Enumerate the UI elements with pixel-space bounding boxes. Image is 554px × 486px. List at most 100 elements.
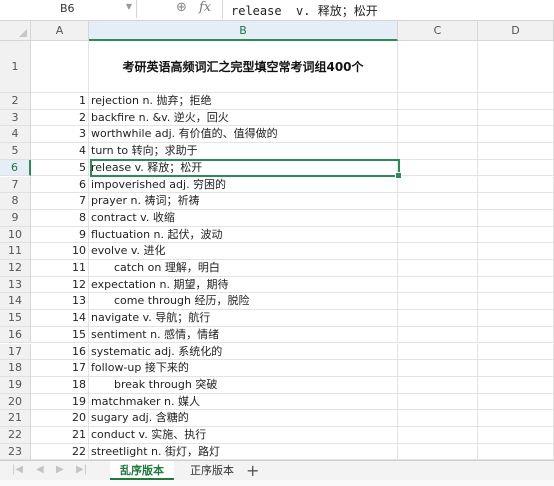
- cell-c23[interactable]: [398, 443, 478, 461]
- cell-a9[interactable]: 8: [31, 209, 89, 227]
- cell-c19[interactable]: [398, 376, 478, 394]
- cell-d19[interactable]: [478, 376, 554, 394]
- cell-a12[interactable]: 11: [31, 260, 89, 277]
- cell-b7[interactable]: impoverished adj. 穷困的: [89, 176, 398, 194]
- cell-c21[interactable]: [398, 410, 478, 427]
- cell-a2[interactable]: 1: [31, 93, 89, 110]
- cell-a18[interactable]: 17: [31, 360, 89, 377]
- row-header-13[interactable]: 13: [0, 276, 31, 294]
- row-header-9[interactable]: 9: [0, 209, 31, 227]
- select-all-corner[interactable]: [0, 21, 31, 41]
- row-header-15[interactable]: 15: [0, 310, 31, 327]
- cell-d8[interactable]: [478, 193, 554, 210]
- cell-b21[interactable]: sugary adj. 含糖的: [89, 410, 398, 427]
- cell-c11[interactable]: [398, 243, 478, 260]
- cell-b18[interactable]: follow-up 接下来的: [89, 360, 398, 377]
- cell-c5[interactable]: [398, 143, 478, 160]
- last-sheet-icon[interactable]: ▶|: [76, 464, 87, 475]
- column-header-a[interactable]: A: [31, 21, 89, 41]
- cell-d4[interactable]: [478, 126, 554, 144]
- cell-d12[interactable]: [478, 260, 554, 277]
- cell-a15[interactable]: 14: [31, 310, 89, 327]
- cell-c14[interactable]: [398, 293, 478, 311]
- first-sheet-icon[interactable]: |◀: [12, 464, 23, 475]
- cell-d22[interactable]: [478, 427, 554, 444]
- row-header-23[interactable]: 23: [0, 443, 31, 461]
- cell-c4[interactable]: [398, 126, 478, 144]
- cell-a22[interactable]: 21: [31, 427, 89, 444]
- cell-b13[interactable]: expectation n. 期望，期待: [89, 276, 398, 294]
- cell-c12[interactable]: [398, 260, 478, 277]
- cell-a21[interactable]: 20: [31, 410, 89, 427]
- row-header-22[interactable]: 22: [0, 427, 31, 444]
- row-header-11[interactable]: 11: [0, 243, 31, 260]
- cell-b15[interactable]: navigate v. 导航；航行: [89, 310, 398, 327]
- zoom-search-icon[interactable]: ⊕: [176, 0, 187, 15]
- cell-d23[interactable]: [478, 443, 554, 461]
- cell-b12[interactable]: catch on 理解，明白: [89, 260, 398, 277]
- cell-d11[interactable]: [478, 243, 554, 260]
- column-header-d[interactable]: D: [478, 21, 554, 41]
- row-header-16[interactable]: 16: [0, 326, 31, 344]
- cell-d13[interactable]: [478, 276, 554, 294]
- cell-c15[interactable]: [398, 310, 478, 327]
- column-header-b[interactable]: B: [89, 21, 398, 41]
- row-header-21[interactable]: 21: [0, 410, 31, 427]
- row-header-7[interactable]: 7: [0, 176, 31, 194]
- cell-d21[interactable]: [478, 410, 554, 427]
- cell-c7[interactable]: [398, 176, 478, 194]
- cell-a14[interactable]: 13: [31, 293, 89, 311]
- next-sheet-icon[interactable]: ▶: [56, 464, 64, 475]
- cell-a11[interactable]: 10: [31, 243, 89, 260]
- cell-a6[interactable]: 5: [31, 159, 89, 177]
- cell-b9[interactable]: contract v. 收缩: [89, 209, 398, 227]
- cell-b14[interactable]: come through 经历，脱险: [89, 293, 398, 311]
- cell-a3[interactable]: 2: [31, 109, 89, 127]
- cell-b20[interactable]: matchmaker n. 媒人: [89, 393, 398, 411]
- cell-c18[interactable]: [398, 360, 478, 377]
- title-cell-b1[interactable]: 考研英语高频词汇之完型填空常考词组400个: [89, 42, 398, 93]
- row-header-14[interactable]: 14: [0, 293, 31, 311]
- cell-b10[interactable]: fluctuation n. 起伏，波动: [89, 226, 398, 244]
- cell-b4[interactable]: worthwhile adj. 有价值的、值得做的: [89, 126, 398, 144]
- row-header-20[interactable]: 20: [0, 393, 31, 411]
- row-header-4[interactable]: 4: [0, 126, 31, 144]
- row-header-1[interactable]: 1: [0, 41, 31, 93]
- cell-d6[interactable]: [478, 159, 554, 177]
- cell-a23[interactable]: 22: [31, 443, 89, 461]
- cell-b11[interactable]: evolve v. 进化: [89, 243, 398, 260]
- row-header-6[interactable]: 6: [0, 159, 31, 177]
- cell-b19[interactable]: break through 突破: [89, 376, 398, 394]
- cell-c20[interactable]: [398, 393, 478, 411]
- cell-d14[interactable]: [478, 293, 554, 311]
- cell-b17[interactable]: systematic adj. 系统化的: [89, 343, 398, 361]
- prev-sheet-icon[interactable]: ◀: [36, 464, 44, 475]
- cell-d3[interactable]: [478, 109, 554, 127]
- cell-d1[interactable]: [478, 41, 554, 93]
- cell-d17[interactable]: [478, 343, 554, 361]
- cell-b3[interactable]: backfire n. &v. 逆火，回火: [89, 109, 398, 127]
- cell-d20[interactable]: [478, 393, 554, 411]
- name-box[interactable]: B6 ▼: [2, 0, 137, 18]
- cell-c10[interactable]: [398, 226, 478, 244]
- cell-a1[interactable]: [31, 41, 89, 93]
- cell-d7[interactable]: [478, 176, 554, 194]
- row-header-19[interactable]: 19: [0, 376, 31, 394]
- cell-d15[interactable]: [478, 310, 554, 327]
- cell-a4[interactable]: 3: [31, 126, 89, 144]
- row-header-18[interactable]: 18: [0, 360, 31, 377]
- cell-a19[interactable]: 18: [31, 376, 89, 394]
- formula-input[interactable]: release v. 释放；松开: [222, 0, 554, 19]
- cell-c13[interactable]: [398, 276, 478, 294]
- cell-c22[interactable]: [398, 427, 478, 444]
- cell-d10[interactable]: [478, 226, 554, 244]
- row-header-5[interactable]: 5: [0, 143, 31, 160]
- cell-a8[interactable]: 7: [31, 193, 89, 210]
- cell-c9[interactable]: [398, 209, 478, 227]
- cell-c2[interactable]: [398, 93, 478, 110]
- cell-a20[interactable]: 19: [31, 393, 89, 411]
- cell-c16[interactable]: [398, 326, 478, 344]
- add-sheet-icon[interactable]: +: [246, 461, 259, 480]
- cell-b6[interactable]: release v. 释放；松开: [89, 159, 398, 177]
- cell-a17[interactable]: 16: [31, 343, 89, 361]
